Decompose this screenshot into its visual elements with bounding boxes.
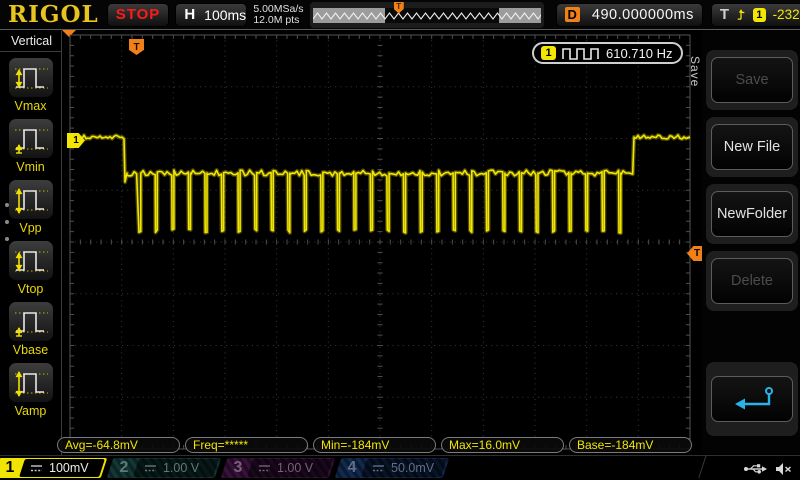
- left-measure-menu: Vertical Vmax Vmin Vpp Vtop Vbase Vamp: [0, 31, 62, 455]
- delete-button[interactable]: Delete: [711, 258, 793, 304]
- waveform-display: 1 T T 1 610.710 Hz: [62, 30, 702, 454]
- oscilloscope-screen: RIGOL STOP H 100ms 5.00MSa/s 12.0M pts T…: [0, 0, 800, 480]
- menu-item-label: Vtop: [18, 282, 44, 296]
- measurement-min: Min=-184mV: [313, 437, 436, 453]
- trigger-level-value: -232mV: [773, 7, 800, 22]
- softkey-slot: Save: [706, 50, 798, 110]
- channel-scale: 100mV: [49, 461, 89, 475]
- usb-icon: [743, 462, 767, 476]
- channel-scale: 50.0mV: [391, 461, 434, 475]
- channel3-box[interactable]: 3 1.00 V: [221, 458, 335, 478]
- dc-coupling-icon: [372, 463, 385, 473]
- channel2-box[interactable]: 2 1.00 V: [107, 458, 221, 478]
- channel1-waveform-trace: [62, 30, 702, 454]
- channel-scale: 1.00 V: [163, 461, 199, 475]
- measurement-avg: Avg=-64.8mV: [57, 437, 180, 453]
- menu-item-label: Vmin: [16, 160, 44, 174]
- menu-item-vmax[interactable]: Vmax: [0, 57, 61, 113]
- trigger-source-badge: 1: [753, 8, 766, 22]
- trigger-label: T: [720, 6, 729, 23]
- delay-readout-box: D 490.000000ms: [556, 3, 703, 27]
- vtop-measure-icon: [8, 240, 54, 281]
- softkey-slot: NewFolder: [706, 184, 798, 244]
- dc-coupling-icon: [258, 463, 271, 473]
- brand-logo: RIGOL: [8, 1, 99, 28]
- softkey-slot: New File: [706, 117, 798, 177]
- menu-item-vtop[interactable]: Vtop: [0, 240, 61, 296]
- dc-coupling-icon: [30, 463, 43, 473]
- measurement-max: Max=16.0mV: [441, 437, 564, 453]
- softkey-slot: Delete: [706, 251, 798, 311]
- channel1-box[interactable]: 1 100mV: [0, 458, 107, 478]
- menu-item-label: Vbase: [13, 343, 48, 357]
- right-softkey-menu: Save Save New File NewFolder Delete: [702, 30, 800, 454]
- acquisition-info: 5.00MSa/s 12.0M pts: [253, 4, 303, 26]
- horizontal-label: H: [184, 6, 195, 23]
- trigger-readout-box[interactable]: T 1 -232mV: [711, 3, 800, 27]
- memory-waveform-strip: [313, 8, 541, 23]
- menu-item-vmin[interactable]: Vmin: [0, 118, 61, 174]
- new-file-button[interactable]: New File: [711, 124, 793, 170]
- counter-channel-badge: 1: [541, 46, 556, 60]
- vmax-measure-icon: [8, 57, 54, 98]
- channel-number: 3: [226, 459, 250, 477]
- channel-status-bar: 1 100mV 2 1.00 V 3: [0, 455, 800, 480]
- channel-scale: 1.00 V: [277, 461, 313, 475]
- menu-item-vamp[interactable]: Vamp: [0, 362, 61, 418]
- memory-waveform-icon: [313, 8, 541, 23]
- delay-badge: D: [565, 7, 580, 22]
- menu-item-vbase[interactable]: Vbase: [0, 301, 61, 357]
- rising-edge-icon: [736, 7, 746, 23]
- timebase-value: 100ms: [204, 7, 246, 23]
- status-icons: [743, 462, 792, 476]
- menu-tab-save: Save: [688, 56, 702, 87]
- return-arrow-icon: [729, 385, 775, 413]
- speaker-muted-icon: [775, 462, 792, 476]
- frequency-counter-badge: 1 610.710 Hz: [532, 42, 683, 64]
- channel-number: 1: [0, 459, 22, 477]
- delay-value: 490.000000ms: [592, 7, 694, 23]
- measurement-base: Base=-184mV: [569, 437, 692, 453]
- frequency-value: 610.710 Hz: [606, 46, 673, 61]
- vpp-measure-icon: [8, 179, 54, 220]
- softkey-slot: [706, 362, 798, 436]
- dc-coupling-icon: [144, 463, 157, 473]
- vmin-measure-icon: [8, 118, 54, 159]
- channel4-box[interactable]: 4 50.0mV: [335, 458, 449, 478]
- measurement-results-bar: Avg=-64.8mV Freq=***** Min=-184mV Max=16…: [57, 437, 692, 453]
- channel-number: 2: [112, 459, 136, 477]
- top-status-bar: RIGOL STOP H 100ms 5.00MSa/s 12.0M pts T…: [0, 0, 800, 30]
- save-button[interactable]: Save: [711, 57, 793, 103]
- memory-position-bar: T: [310, 2, 544, 28]
- new-folder-button[interactable]: NewFolder: [711, 191, 793, 237]
- menu-item-label: Vamp: [15, 404, 47, 418]
- menu-item-vpp[interactable]: Vpp: [0, 179, 61, 235]
- vamp-measure-icon: [8, 362, 54, 403]
- menu-item-label: Vmax: [15, 99, 47, 113]
- horizontal-timebase-box[interactable]: H 100ms: [175, 3, 247, 27]
- measure-menu-title: Vertical: [0, 31, 61, 52]
- menu-item-label: Vpp: [19, 221, 41, 235]
- memory-depth: 12.0M pts: [253, 15, 303, 26]
- measurement-freq: Freq=*****: [185, 437, 308, 453]
- square-wave-icon: [562, 47, 600, 60]
- run-stop-button[interactable]: STOP: [107, 3, 170, 27]
- vbase-measure-icon: [8, 301, 54, 342]
- return-button[interactable]: [711, 376, 793, 422]
- menu-page-indicator-icon: [5, 203, 9, 241]
- sample-rate: 5.00MSa/s: [253, 4, 303, 15]
- channel-number: 4: [340, 459, 364, 477]
